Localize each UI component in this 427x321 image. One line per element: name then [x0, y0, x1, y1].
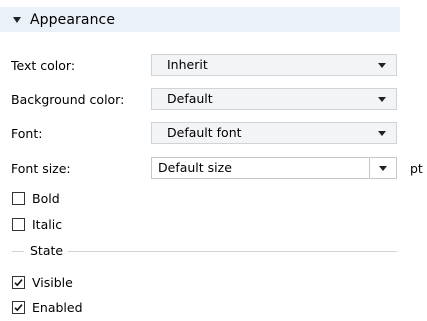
chevron-down-icon: [378, 131, 386, 136]
font-size-row: Font size: Default size pt: [0, 157, 427, 181]
font-row: Font: Default font: [0, 122, 427, 146]
state-group-title: State: [30, 243, 64, 258]
italic-label: Italic: [32, 216, 63, 232]
text-color-dropdown[interactable]: Inherit: [151, 54, 397, 76]
checkbox-checked-icon[interactable]: [12, 300, 25, 314]
chevron-down-icon: [378, 97, 386, 102]
checkbox-unchecked-icon[interactable]: [12, 191, 25, 205]
checkbox-checked-icon[interactable]: [12, 275, 25, 289]
visible-label: Visible: [32, 274, 73, 290]
group-divider-right: [68, 251, 397, 252]
font-size-label: Font size:: [11, 161, 71, 176]
bold-label: Bold: [32, 190, 60, 206]
enabled-checkbox[interactable]: Enabled: [12, 298, 83, 316]
text-color-value: Inherit: [167, 57, 208, 72]
appearance-section-header[interactable]: Appearance: [0, 7, 400, 32]
background-color-label: Background color:: [11, 92, 125, 107]
font-size-combobox[interactable]: Default size: [151, 157, 397, 179]
chevron-down-icon: [378, 63, 386, 68]
background-color-dropdown[interactable]: Default: [151, 88, 397, 110]
background-color-row: Background color: Default: [0, 88, 427, 112]
font-size-unit: pt: [410, 161, 423, 176]
background-color-value: Default: [167, 91, 213, 106]
group-divider-left: [12, 251, 24, 252]
font-dropdown[interactable]: Default font: [151, 122, 397, 144]
collapse-triangle-icon[interactable]: [13, 16, 21, 23]
section-title: Appearance: [30, 11, 116, 28]
combobox-separator: [369, 158, 370, 178]
font-value: Default font: [167, 125, 242, 140]
enabled-label: Enabled: [32, 299, 83, 315]
text-color-label: Text color:: [11, 58, 76, 73]
bold-checkbox[interactable]: Bold: [12, 189, 60, 207]
chevron-down-icon[interactable]: [379, 166, 387, 171]
text-color-row: Text color: Inherit: [0, 54, 427, 78]
visible-checkbox[interactable]: Visible: [12, 273, 73, 291]
appearance-panel: Appearance Text color: Inherit Backgroun…: [0, 0, 427, 321]
font-size-value[interactable]: Default size: [158, 158, 232, 178]
italic-checkbox[interactable]: Italic: [12, 215, 62, 233]
checkbox-unchecked-icon[interactable]: [12, 217, 25, 231]
font-label: Font:: [11, 126, 43, 141]
